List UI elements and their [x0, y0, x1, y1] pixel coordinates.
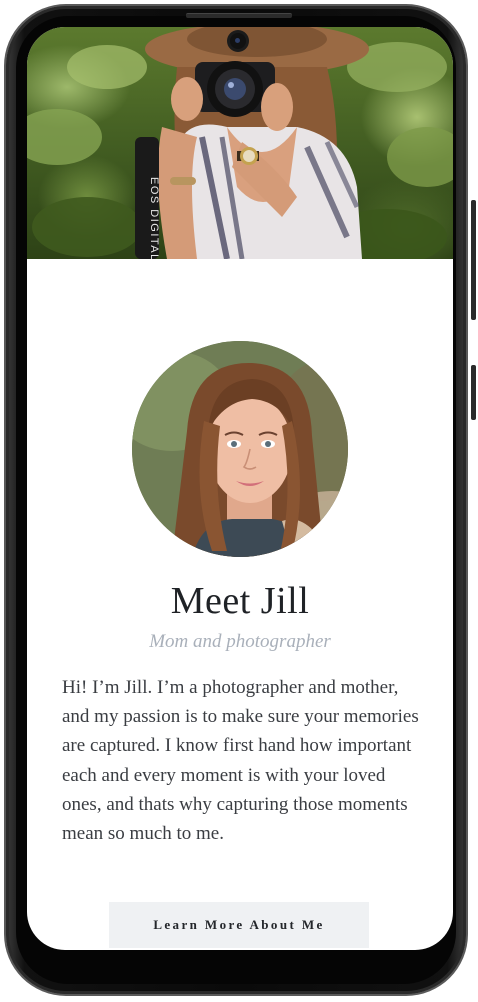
page-title: Meet Jill: [170, 580, 310, 622]
bio-paragraph: Hi! I’m Jill. I’m a photographer and mot…: [62, 677, 419, 845]
power-button: [471, 365, 476, 420]
avatar-portrait: [132, 341, 348, 557]
hero-photo-illustration: EOS DIGITAL: [27, 27, 453, 259]
learn-more-button[interactable]: Learn More About Me: [109, 902, 369, 948]
hero-image: EOS DIGITAL: [27, 27, 453, 259]
phone-speaker: [186, 13, 292, 18]
volume-button: [471, 200, 476, 320]
front-camera: [230, 33, 246, 49]
camera-strap-text: EOS DIGITAL: [148, 177, 160, 259]
phone-screen: EOS DIGITAL Meet Jill Mom and photograph…: [27, 27, 453, 950]
profile-avatar: [132, 341, 348, 557]
tagline: Mom and photographer: [149, 631, 331, 652]
